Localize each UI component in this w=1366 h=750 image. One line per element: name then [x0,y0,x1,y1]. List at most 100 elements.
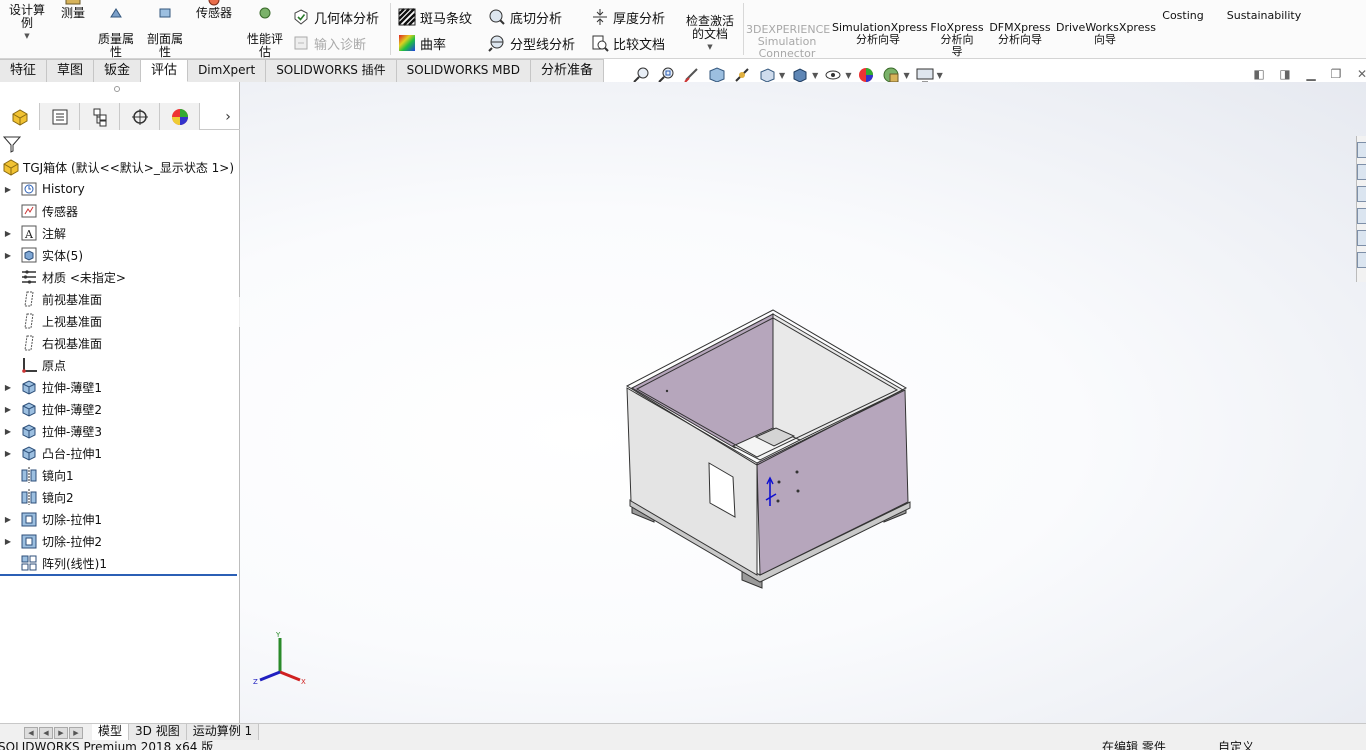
box-model[interactable] [625,309,911,589]
driveworksxpress-button[interactable]: DriveWorksXpress 向导 [1056,10,1156,46]
custom-properties-icon[interactable] [1357,252,1366,268]
tree-item-solid-bodies[interactable]: ▶ 实体(5) [0,244,238,266]
first-tab-icon[interactable]: ◀ [24,726,38,739]
chevron-down-icon[interactable]: ▼ [779,71,785,80]
appearances-icon[interactable] [1357,230,1366,246]
tree-item-extrude-thin-3[interactable]: ▶ 拉伸-薄壁3 [0,420,238,442]
status-units[interactable]: 自定义 [1218,741,1254,750]
tab-evaluate[interactable]: 评估 [141,59,189,82]
tab-dimxpert[interactable]: DimXpert [188,59,267,82]
tile-left-icon[interactable]: ◧ [1251,66,1267,82]
expand-arrow-icon[interactable]: ▶ [0,405,16,414]
configurationmanager-tab[interactable] [80,103,120,130]
tree-item-annotations[interactable]: ▶ A 注解 [0,222,238,244]
tree-item-cut-extrude-2[interactable]: ▶ 切除-拉伸2 [0,530,238,552]
tree-item-material[interactable]: 材质 <未指定> [0,266,238,288]
manager-tabs: › [0,103,240,130]
tree-item-right-plane[interactable]: 右视基准面 [0,332,238,354]
costing-button[interactable]: Costing [1158,10,1208,22]
tab-sheet-metal[interactable]: 钣金 [94,59,142,82]
chevron-down-icon[interactable]: ▼ [845,71,851,80]
mass-properties-button[interactable]: 质量属 性 [94,0,138,58]
measure-button[interactable]: 测量 [58,0,88,20]
chevron-right-icon[interactable]: › [216,103,240,130]
tree-item-extrude-thin-2[interactable]: ▶ 拉伸-薄壁2 [0,398,238,420]
curvature-button[interactable]: 曲率 [398,32,446,54]
tree-item-label: 原点 [42,358,67,373]
graphics-area[interactable] [240,82,1366,723]
parting-line-analysis-button[interactable]: 分型线分析 [488,32,575,54]
tree-item-origin[interactable]: 原点 [0,354,238,376]
expand-arrow-icon[interactable]: ▶ [0,427,16,436]
chevron-down-icon[interactable]: ▼ [937,71,943,80]
tab-3d-views[interactable]: 3D 视图 [129,724,187,741]
rollback-bar[interactable] [0,574,237,576]
tab-analysis-preparation[interactable]: 分析准备 [530,59,604,82]
tree-root-part[interactable]: TGJ箱体 (默认<<默认>_显示状态 1>) [2,156,234,178]
tree-item-boss-extrude-1[interactable]: ▶ 凸台-拉伸1 [0,442,238,464]
design-library-icon[interactable] [1357,186,1366,202]
chevron-down-icon[interactable]: ▼ [812,71,818,80]
file-explorer-icon[interactable] [1357,208,1366,224]
expand-arrow-icon[interactable]: ▶ [0,383,16,392]
expand-arrow-icon[interactable]: ▶ [0,251,16,260]
tree-item-linear-pattern-1[interactable]: 阵列(线性)1 [0,552,238,574]
tree-item-mirror-1[interactable]: 镜向1 [0,464,238,486]
compare-documents-button[interactable]: 比较文档 [591,32,665,54]
tab-motion-study[interactable]: 运动算例 1 [186,724,260,741]
previous-tab-icon[interactable]: ◀ [39,726,53,739]
filter-icon[interactable] [2,134,22,154]
section-properties-button[interactable]: 剖面属 性 [142,0,188,58]
tab-sketch[interactable]: 草图 [47,59,95,82]
expand-arrow-icon[interactable]: ▶ [0,229,16,238]
tab-solidworks-addins[interactable]: SOLIDWORKS 插件 [266,59,397,82]
tree-item-front-plane[interactable]: 前视基准面 [0,288,238,310]
tree-item-extrude-thin-1[interactable]: ▶ 拉伸-薄壁1 [0,376,238,398]
tab-features[interactable]: 特征 [0,59,48,82]
sensor-button[interactable]: 传感器 [192,0,236,20]
model-view[interactable] [240,82,1366,723]
chevron-down-icon[interactable]: ▼ [680,41,740,54]
zebra-stripes-button[interactable]: 斑马条纹 [398,6,472,28]
next-tab-icon[interactable]: ▶ [54,726,68,739]
expand-arrow-icon[interactable]: ▶ [0,449,16,458]
thickness-analysis-button[interactable]: 厚度分析 [591,6,665,28]
minimize-icon[interactable]: ▁ [1303,66,1319,82]
featuremanager-tab[interactable] [0,103,40,130]
expand-arrow-icon[interactable]: ▶ [0,537,16,546]
design-study-button[interactable]: 设计算 例 ▼ [4,0,50,43]
dimxpertmanager-tab[interactable] [120,103,160,130]
geometry-analysis-button[interactable]: 几何体分析 [292,6,379,28]
tab-model[interactable]: 模型 [92,724,130,741]
close-icon[interactable]: ✕ [1354,66,1366,82]
tree-item-sensors[interactable]: 传感器 [0,200,238,222]
home-icon[interactable] [1357,142,1366,158]
undercut-analysis-button[interactable]: 底切分析 [488,6,562,28]
floxpress-button[interactable]: FloXpress 分析向 导 [928,10,986,58]
propertymanager-tab[interactable] [40,103,80,130]
measure-label: 测量 [60,6,85,20]
displaymanager-tab[interactable] [160,103,200,130]
sustainability-button[interactable]: Sustainability [1222,10,1306,22]
dfmxpress-button[interactable]: DFMXpress 分析向导 [988,10,1052,46]
performance-evaluation-button[interactable]: 性能评 估 [244,0,286,58]
chevron-down-icon[interactable]: ▼ [903,71,909,80]
panel-splitter-handle[interactable] [114,86,120,92]
chevron-down-icon[interactable]: ▼ [4,30,50,43]
simulationxpress-button[interactable]: SimulationXpress 分析向导 [832,10,928,46]
tree-item-cut-extrude-1[interactable]: ▶ 切除-拉伸1 [0,508,238,530]
check-active-document-button[interactable]: 检查激活 的文档 ▼ [680,2,740,58]
tile-right-icon[interactable]: ◨ [1277,66,1293,82]
tree-item-mirror-2[interactable]: 镜向2 [0,486,238,508]
expand-arrow-icon[interactable]: ▶ [0,185,16,194]
tree-item-label: 阵列(线性)1 [42,556,107,571]
last-tab-icon[interactable]: ▶ [69,726,83,739]
restore-icon[interactable]: ❐ [1328,66,1344,82]
tab-solidworks-mbd[interactable]: SOLIDWORKS MBD [396,59,531,82]
resources-icon[interactable] [1357,164,1366,180]
expand-arrow-icon[interactable]: ▶ [0,515,16,524]
tree-item-top-plane[interactable]: 上视基准面 [0,310,238,332]
tree-item-history[interactable]: ▶ History [0,178,238,200]
import-diagnostics-button[interactable]: 输入诊断 [292,32,366,54]
simulation-connector-button[interactable]: 3DEXPERIENCE Simulation Connector [746,12,830,59]
